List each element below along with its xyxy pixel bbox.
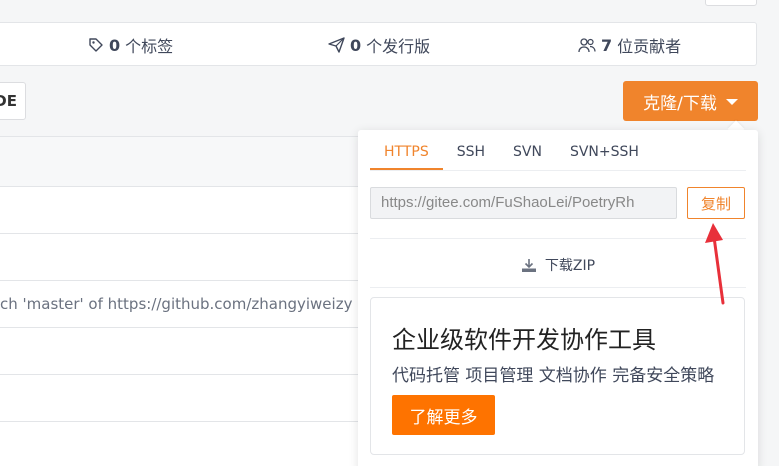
web-ide-button[interactable]: IDE [0, 82, 26, 120]
repo-stats-bar: 0 个标签 0 个发行版 7 位贡献者 [0, 22, 757, 66]
contributors-count: 7 [601, 35, 613, 55]
protocol-tabs: HTTPS SSH SVN SVN+SSH [370, 142, 653, 170]
download-icon [521, 258, 536, 272]
file-row[interactable] [0, 375, 360, 422]
send-icon [328, 37, 345, 53]
tab-svn[interactable]: SVN [499, 142, 556, 170]
file-row[interactable] [0, 422, 360, 466]
contributors-label: 位贡献者 [617, 37, 682, 56]
clone-panel: HTTPS SSH SVN SVN+SSH https://gitee.com/… [358, 130, 758, 466]
tag-icon [89, 38, 103, 52]
promo-subtitle: 代码托管 项目管理 文档协作 完备安全策略 [392, 366, 715, 386]
releases-count: 0 [350, 35, 362, 55]
commit-message[interactable]: ch 'master' of https://github.com/zhangy… [0, 295, 352, 313]
releases-label: 个发行版 [366, 37, 431, 56]
clone-download-button[interactable]: 克隆/下载 [623, 81, 758, 121]
stat-contributors[interactable]: 7 位贡献者 [578, 23, 681, 67]
tags-label: 个标签 [125, 37, 174, 56]
file-row[interactable] [0, 187, 360, 234]
stat-tags[interactable]: 0 个标签 [88, 23, 173, 67]
download-zip-link[interactable]: 下载ZIP [358, 250, 758, 280]
file-list-header [0, 137, 360, 187]
divider [370, 238, 746, 239]
learn-more-button[interactable]: 了解更多 [392, 395, 495, 435]
stat-releases[interactable]: 0 个发行版 [328, 23, 430, 67]
tab-svn-ssh[interactable]: SVN+SSH [556, 142, 653, 170]
tabs-divider [370, 170, 746, 171]
file-row[interactable] [0, 328, 360, 375]
file-row[interactable]: ch 'master' of https://github.com/zhangy… [0, 281, 360, 328]
users-icon [578, 38, 596, 53]
annotation-arrow-icon [705, 223, 725, 305]
promo-card: 企业级软件开发协作工具 代码托管 项目管理 文档协作 完备安全策略 了解更多 [370, 297, 745, 455]
promo-title: 企业级软件开发协作工具 [392, 326, 656, 354]
tab-https[interactable]: HTTPS [370, 142, 443, 170]
file-row[interactable] [0, 234, 360, 281]
caret-down-icon [725, 99, 738, 105]
file-list: ch 'master' of https://github.com/zhangy… [0, 136, 360, 466]
tab-ssh[interactable]: SSH [443, 142, 499, 170]
download-zip-label: 下载ZIP [544, 258, 596, 274]
clone-download-label: 克隆/下载 [643, 93, 717, 114]
tags-count: 0 [109, 35, 121, 55]
divider [370, 287, 746, 288]
clone-url-field[interactable]: https://gitee.com/FuShaoLei/PoetryRh [370, 187, 677, 219]
top-right-button-fragment[interactable] [705, 0, 757, 6]
